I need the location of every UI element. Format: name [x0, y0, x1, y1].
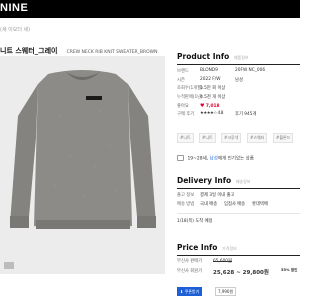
arrival-estimate: 1/18(목) 도착 예정 [177, 219, 213, 224]
notice-age: 19~28세, [187, 156, 209, 162]
info-row-likes: 좋아요 ♥ 7,018 [177, 103, 300, 112]
review-stars: ★★★★☆ 4.8 [200, 111, 223, 117]
info-row-season: 시즌 2022 F/W 남성 [177, 77, 300, 86]
divider [177, 213, 300, 214]
info-key: 누적판매(1년) [177, 95, 203, 101]
price-info-subheading: 가격정보 [222, 246, 237, 251]
info-key: 구매 후기 [177, 112, 195, 118]
price-info-header: Price Info 가격정보 [177, 243, 300, 256]
price-row-original: 무신사 판매가 65,600원 [177, 258, 300, 268]
popularity-notice: 19~28세, 남성에게 인기있는 상품 [177, 155, 300, 162]
delivery-method-value: 국내 배송 [200, 201, 218, 207]
price-info-heading: Price Info [177, 243, 218, 252]
delivery-key: 출고 정보 [177, 193, 195, 198]
product-code: 20FW NC_006 [235, 68, 266, 73]
tag[interactable]: #스웨터 [247, 133, 268, 143]
gender-value: 남성 [235, 77, 243, 83]
tag[interactable]: #니트 [199, 133, 216, 143]
divider [177, 64, 300, 65]
info-row-reviews: 구매 후기 ★★★★☆ 4.8 후기 945개 [177, 111, 300, 120]
review-count-link[interactable]: 후기 945개 [235, 111, 256, 117]
download-icon: ⬇ [180, 289, 184, 294]
discount-badge: 55% 할인 [281, 267, 298, 272]
info-row-brand: 브랜드 BLOND9 20FW NC_006 [177, 68, 300, 77]
divider [177, 188, 300, 189]
info-value: 4.5천 개 이상 [200, 95, 226, 101]
info-row-sales: 누적판매(1년) 4.5천 개 이상 [177, 94, 300, 103]
price-key: 무신사 판매가 [177, 259, 203, 264]
info-key: 좋아요 [177, 103, 189, 109]
delivery-row-method: 배송 방법 국내 배송 입점사 배송 롯데택배 [177, 201, 300, 210]
divider [177, 255, 300, 256]
sweater-illustration [0, 56, 165, 274]
coupon-label: 쿠폰받기 [184, 289, 200, 294]
product-info-header: Product Info 제품정보 [177, 52, 300, 65]
delivery-info-subheading: 배송정보 [235, 179, 251, 184]
product-title: 니트 스웨터_그레이 CREW NECK RIB KNIT SWEATER_BR… [0, 38, 158, 57]
original-price: 65,600원 [213, 259, 232, 264]
info-value: 2022 F/W [200, 76, 221, 82]
delivery-info-table: 출고 정보 결제 3일 이내 출고 배송 방법 국내 배송 입점사 배송 롯데택… [177, 192, 300, 209]
delivery-info-header: Delivery Info 배송정보 [177, 176, 300, 189]
brand-link[interactable]: BLOND9 [200, 68, 218, 73]
heart-icon: ♥ [200, 102, 205, 109]
coupon-price-chip[interactable]: 7,990원 [215, 287, 237, 296]
chart-icon [177, 155, 184, 161]
product-image[interactable] [0, 56, 165, 274]
like-button[interactable]: ♥ 7,018 [200, 103, 219, 109]
product-info-table: 브랜드 BLOND9 20FW NC_006 시즌 2022 F/W 남성 조회… [177, 68, 300, 120]
price-info-table: 무신사 판매가 65,600원 무신사 회원가 25,628 ~ 29,800원… [177, 258, 300, 277]
delivery-value: 결제 3일 이내 출고 [200, 193, 235, 198]
delivery-method-value: 입점사 배송 [224, 201, 246, 207]
price-key: 무신사 회원가 [177, 268, 203, 274]
delivery-info-heading: Delivery Info [177, 176, 232, 185]
tag[interactable]: #블론드 [273, 133, 294, 143]
delivery-key: 배송 방법 [177, 201, 195, 207]
notice-text: 에게 인기있는 상품 [217, 156, 254, 162]
info-value: 1.5만 회 이상 [200, 86, 226, 92]
coupon-download-button[interactable]: ⬇ 쿠폰받기 [177, 287, 203, 296]
product-info-heading: Product Info [177, 52, 230, 61]
price-row-member: 무신사 회원가 25,628 ~ 29,800원 55% 할인 [177, 268, 300, 278]
notice-gender: 남성 [209, 156, 218, 162]
delivery-row-shipping: 출고 정보 결제 3일 이내 출고 [177, 192, 300, 201]
info-key: 브랜드 [177, 69, 189, 74]
top-navigation-bar: NINE [0, 0, 300, 18]
product-info-subheading: 제품정보 [233, 55, 249, 60]
breadcrumb[interactable]: (세 이모더 세) [0, 26, 30, 33]
like-count: 7,018 [205, 103, 220, 109]
tag-list: #니트 #니트 #크루넥 #스웨터 #블론드 [177, 133, 300, 145]
info-key: 시즌 [177, 77, 185, 83]
product-title-english: CREW NECK RIB KNIT SWEATER_BROWN [66, 50, 158, 55]
product-title-korean: 니트 스웨터_그레이 [0, 47, 58, 55]
tag[interactable]: #크루넥 [221, 133, 242, 143]
member-price: 25,628 ~ 29,800원 [213, 269, 269, 276]
brand-logo[interactable]: NINE [0, 2, 28, 14]
info-row-views: 조회수(1개월) 1.5만 회 이상 [177, 85, 300, 94]
tag[interactable]: #니트 [177, 133, 194, 143]
info-key: 조회수(1개월) [177, 86, 203, 92]
delivery-courier: 롯데택배 [252, 201, 268, 207]
